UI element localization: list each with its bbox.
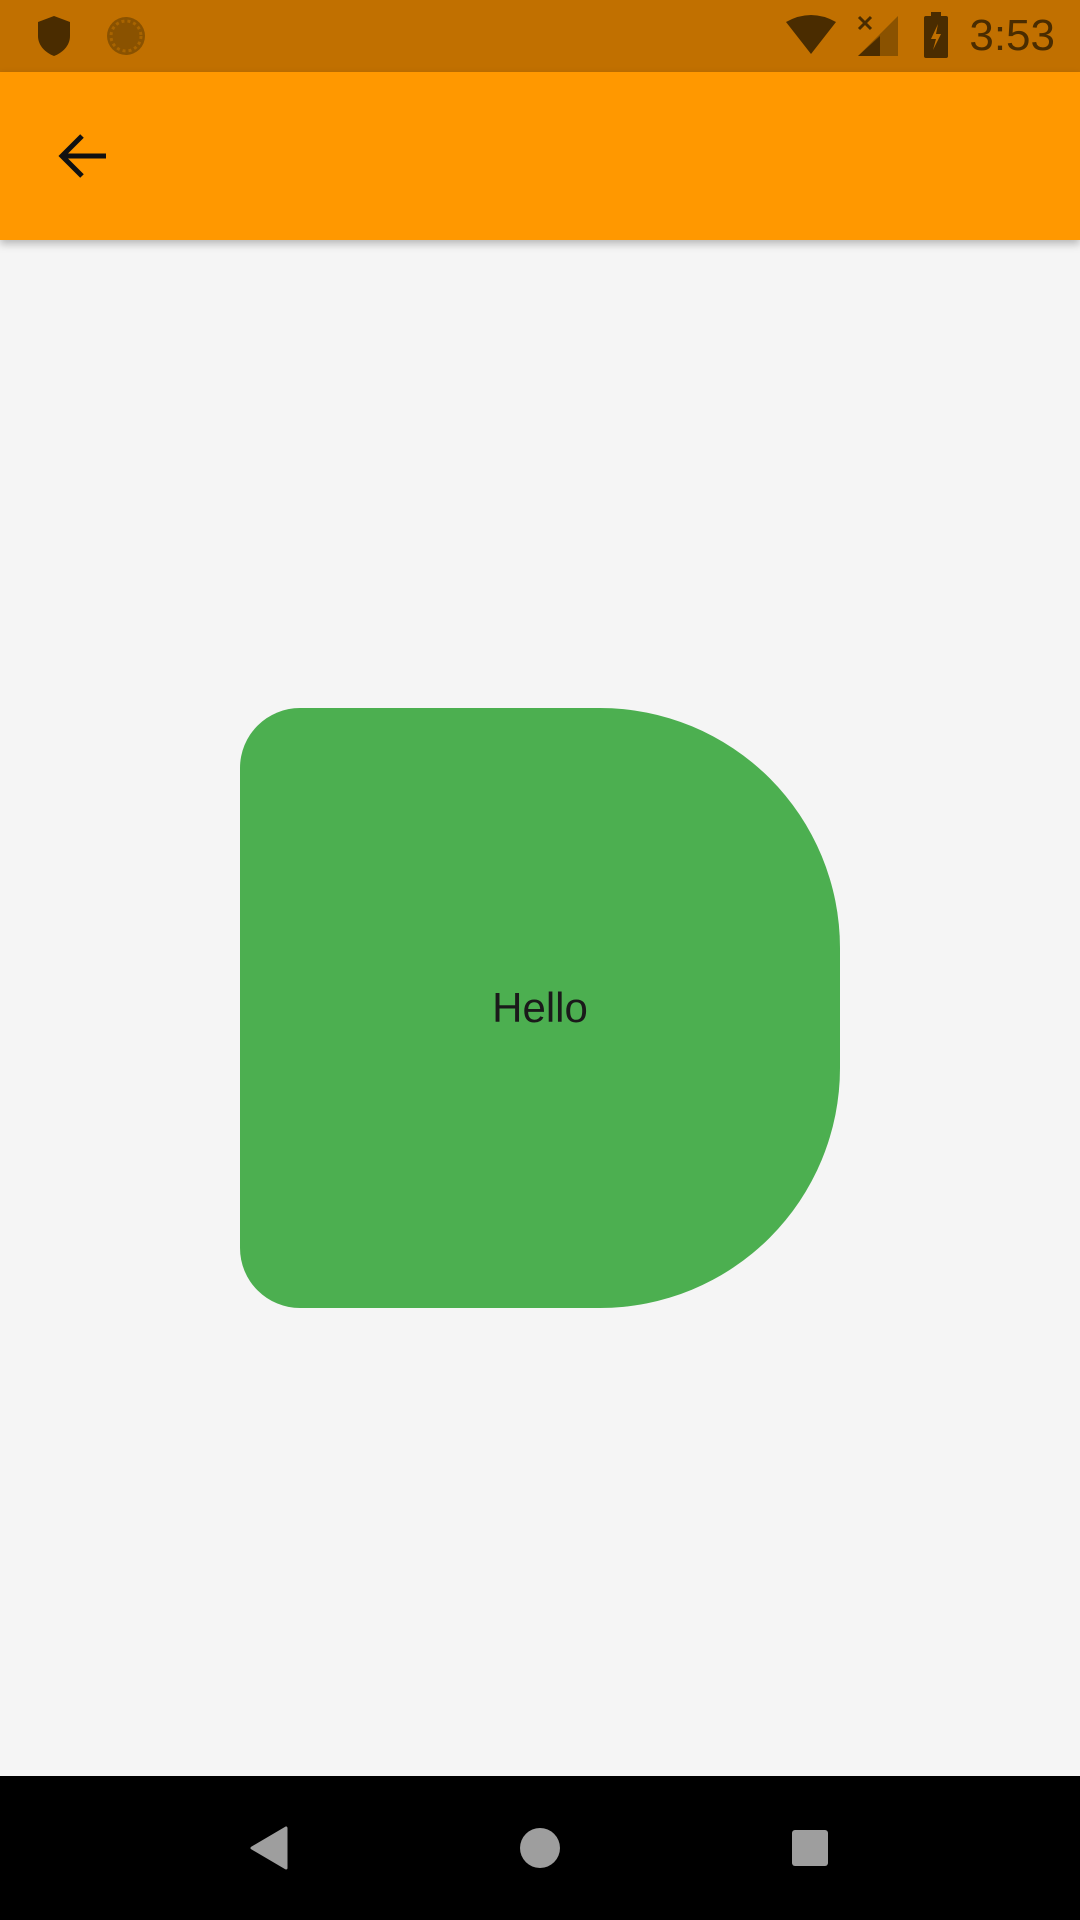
back-button[interactable] bbox=[36, 108, 132, 204]
shield-icon bbox=[34, 14, 74, 63]
nav-home-button[interactable] bbox=[492, 1800, 588, 1896]
battery-charging-icon bbox=[922, 12, 950, 65]
card-label: Hello bbox=[492, 984, 588, 1031]
navigation-bar bbox=[0, 1776, 1080, 1920]
nav-back-button[interactable] bbox=[222, 1800, 318, 1896]
wifi-icon bbox=[784, 14, 838, 61]
signal-no-service-icon bbox=[856, 14, 900, 63]
back-triangle-icon bbox=[250, 1826, 288, 1870]
status-bar: 3:53 bbox=[0, 0, 1080, 72]
home-circle-icon bbox=[520, 1828, 560, 1868]
recents-square-icon bbox=[792, 1830, 828, 1866]
arrow-back-icon bbox=[58, 134, 106, 178]
main-content: Hello bbox=[0, 240, 1080, 1776]
sync-icon bbox=[104, 14, 148, 63]
hello-shape-card: Hello bbox=[240, 708, 840, 1308]
status-time: 3:53 bbox=[969, 11, 1055, 60]
app-bar bbox=[0, 72, 1080, 240]
nav-recents-button[interactable] bbox=[762, 1800, 858, 1896]
